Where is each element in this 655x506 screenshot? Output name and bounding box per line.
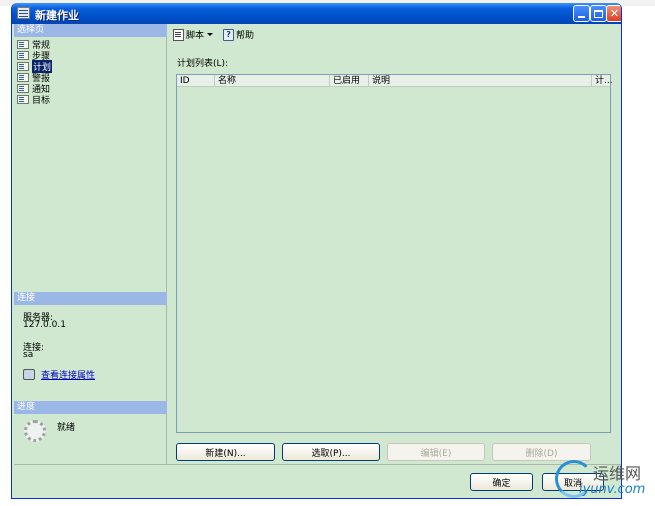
minimize-icon bbox=[578, 16, 585, 18]
progress-spinner-icon bbox=[24, 420, 46, 442]
column-description[interactable]: 说明 bbox=[369, 75, 592, 87]
sidebar-item-label: 目标 bbox=[32, 96, 51, 106]
connection-header: 连接 bbox=[14, 292, 167, 305]
schedule-grid[interactable]: ID 名称 已启用 说明 计... bbox=[176, 74, 613, 433]
close-button[interactable]: ✕ bbox=[606, 5, 621, 22]
view-connection-properties-link[interactable]: 查看连接属性 bbox=[41, 368, 95, 381]
new-schedule-button[interactable]: 新建(N)... bbox=[176, 443, 275, 461]
schedule-list-label: 计划列表(L): bbox=[177, 59, 229, 69]
maximize-icon bbox=[594, 9, 603, 18]
view-connection-properties[interactable]: 查看连接属性 bbox=[23, 368, 95, 381]
pick-schedule-button[interactable]: 选取(P)... bbox=[282, 443, 380, 461]
connection-properties-icon bbox=[23, 369, 35, 380]
site-watermark: 运维网 iyunv.com bbox=[555, 458, 655, 506]
page-icon bbox=[17, 62, 29, 71]
grid-header: ID 名称 已启用 说明 计... bbox=[177, 75, 613, 87]
page-icon bbox=[17, 95, 29, 104]
help-icon: ? bbox=[223, 28, 235, 41]
maximize-button[interactable] bbox=[590, 5, 607, 22]
page-icon bbox=[17, 51, 29, 60]
edit-schedule-button[interactable]: 编辑(E) bbox=[387, 443, 485, 461]
progress-status: 就绪 bbox=[57, 423, 76, 433]
script-icon bbox=[173, 28, 184, 41]
close-icon: ✕ bbox=[609, 7, 620, 20]
ok-button[interactable]: 确定 bbox=[470, 473, 533, 491]
minimize-button[interactable] bbox=[573, 5, 590, 22]
connection-value: sa bbox=[23, 350, 34, 360]
watermark-url: iyunv.com bbox=[579, 482, 646, 497]
chevron-down-icon[interactable] bbox=[207, 33, 214, 36]
column-id[interactable]: ID bbox=[177, 75, 215, 87]
sidebar-item-targets[interactable]: 目标 bbox=[17, 94, 51, 106]
new-job-dialog: 新建作业 ✕ 选择页 常规 步骤 计划 警报 通知 目标 连接 服务器: 127… bbox=[11, 3, 622, 499]
dialog-footer: 确定 取消 bbox=[14, 464, 621, 498]
progress-header: 进度 bbox=[14, 401, 167, 414]
window-title: 新建作业 bbox=[35, 9, 79, 22]
watermark-title: 运维网 bbox=[593, 464, 642, 483]
page-icon bbox=[17, 40, 29, 49]
help-button[interactable]: ? 帮助 bbox=[223, 28, 254, 41]
server-value: 127.0.0.1 bbox=[23, 320, 66, 330]
toolbar: 脚本 ? 帮助 bbox=[168, 24, 621, 45]
page-icon bbox=[17, 84, 29, 93]
select-page-header: 选择页 bbox=[14, 24, 167, 37]
help-label: 帮助 bbox=[236, 31, 255, 41]
page-icon bbox=[17, 73, 29, 82]
column-name[interactable]: 名称 bbox=[215, 75, 330, 87]
column-schedule[interactable]: 计... bbox=[592, 75, 613, 87]
content-pane: 脚本 ? 帮助 计划列表(L): ID 名称 已启用 说明 计... 新建(N)… bbox=[168, 24, 621, 464]
left-pane: 选择页 常规 步骤 计划 警报 通知 目标 连接 服务器: 127.0.0.1 … bbox=[14, 24, 167, 464]
window-icon bbox=[17, 7, 30, 19]
title-bar[interactable]: 新建作业 ✕ bbox=[12, 3, 621, 24]
column-enabled[interactable]: 已启用 bbox=[330, 75, 369, 87]
script-button[interactable]: 脚本 bbox=[173, 28, 214, 41]
script-label: 脚本 bbox=[186, 31, 205, 41]
